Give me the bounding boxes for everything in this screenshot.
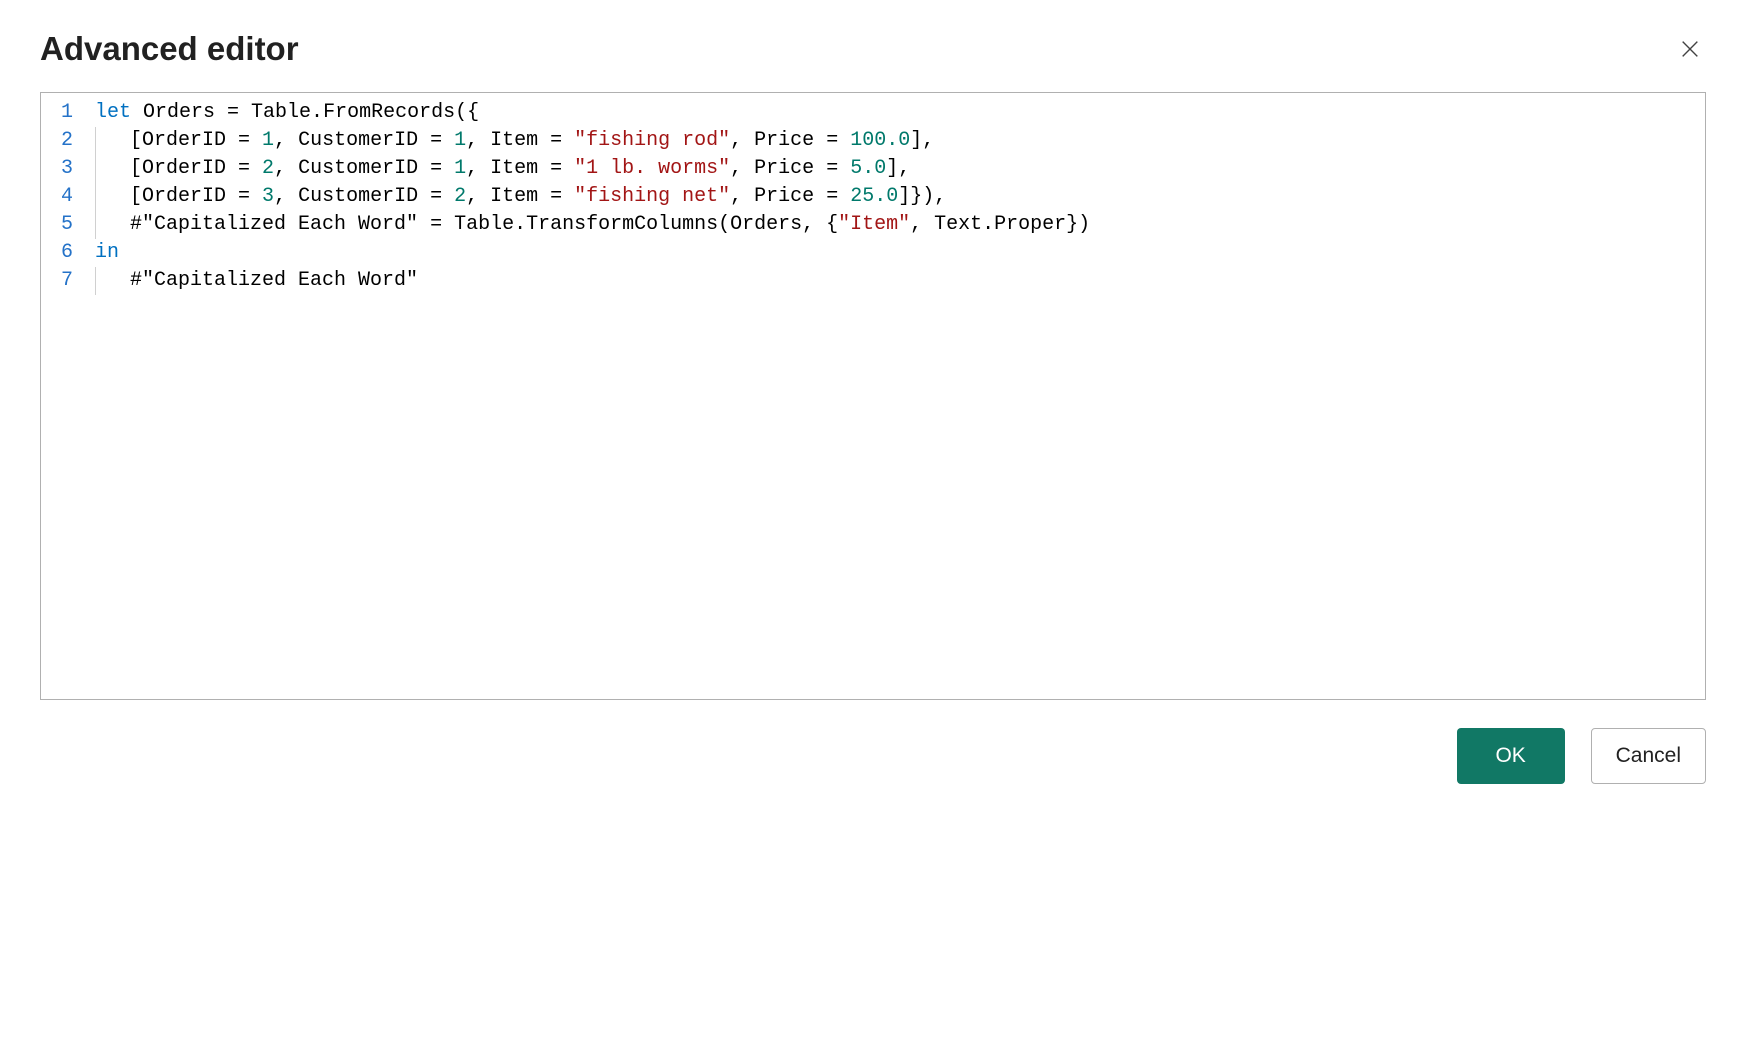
code-token: ], bbox=[886, 155, 910, 183]
close-button[interactable] bbox=[1674, 33, 1706, 65]
code-line[interactable]: in bbox=[95, 239, 1705, 267]
code-token: , Price = bbox=[730, 127, 850, 155]
code-token: ], bbox=[910, 127, 934, 155]
code-token: Orders = Table.FromRecords({ bbox=[131, 99, 479, 127]
code-token: [OrderID = bbox=[130, 155, 262, 183]
indent-guide bbox=[95, 211, 96, 239]
code-token: "1 lb. worms" bbox=[574, 155, 730, 183]
code-token: 100.0 bbox=[850, 127, 910, 155]
code-token: , Item = bbox=[466, 183, 574, 211]
line-number: 1 bbox=[61, 99, 73, 127]
code-editor[interactable]: 1234567 let Orders = Table.FromRecords({… bbox=[40, 92, 1706, 700]
ok-button[interactable]: OK bbox=[1457, 728, 1565, 784]
code-line[interactable]: let Orders = Table.FromRecords({ bbox=[95, 99, 1705, 127]
code-token: , Item = bbox=[466, 155, 574, 183]
code-line[interactable]: #"Capitalized Each Word" = Table.Transfo… bbox=[95, 211, 1705, 239]
code-token: 3 bbox=[262, 183, 274, 211]
line-number: 4 bbox=[61, 183, 73, 211]
code-line[interactable]: #"Capitalized Each Word" bbox=[95, 267, 1705, 295]
code-line[interactable]: [OrderID = 1, CustomerID = 1, Item = "fi… bbox=[95, 127, 1705, 155]
code-token: [OrderID = bbox=[130, 183, 262, 211]
code-token: , CustomerID = bbox=[274, 127, 454, 155]
dialog-title: Advanced editor bbox=[40, 30, 299, 68]
dialog-header: Advanced editor bbox=[40, 30, 1706, 68]
indent-guide bbox=[95, 183, 96, 211]
line-number: 5 bbox=[61, 211, 73, 239]
close-icon bbox=[1679, 38, 1701, 60]
code-token: 2 bbox=[454, 183, 466, 211]
code-area[interactable]: let Orders = Table.FromRecords({[OrderID… bbox=[83, 93, 1705, 699]
code-token: #"Capitalized Each Word" bbox=[130, 211, 418, 239]
code-token: 1 bbox=[454, 127, 466, 155]
code-token: , Price = bbox=[730, 155, 850, 183]
cancel-button[interactable]: Cancel bbox=[1591, 728, 1706, 784]
code-token: 25.0 bbox=[850, 183, 898, 211]
indent-guide bbox=[95, 267, 96, 295]
code-token: , Text.Proper}) bbox=[910, 211, 1090, 239]
line-number: 6 bbox=[61, 239, 73, 267]
code-token: "fishing net" bbox=[574, 183, 730, 211]
code-token: #"Capitalized Each Word" bbox=[130, 267, 418, 295]
code-token: [OrderID = bbox=[130, 127, 262, 155]
indent-guide bbox=[95, 155, 96, 183]
code-token: = Table.TransformColumns(Orders, { bbox=[418, 211, 838, 239]
code-token: 1 bbox=[454, 155, 466, 183]
code-token: "Item" bbox=[838, 211, 910, 239]
code-token: 2 bbox=[262, 155, 274, 183]
code-line[interactable]: [OrderID = 2, CustomerID = 1, Item = "1 … bbox=[95, 155, 1705, 183]
code-token: , Price = bbox=[730, 183, 850, 211]
line-number: 3 bbox=[61, 155, 73, 183]
code-token: , CustomerID = bbox=[274, 183, 454, 211]
code-token: ]}), bbox=[898, 183, 946, 211]
dialog-footer: OK Cancel bbox=[40, 728, 1706, 784]
line-number: 2 bbox=[61, 127, 73, 155]
code-token: "fishing rod" bbox=[574, 127, 730, 155]
code-token: 1 bbox=[262, 127, 274, 155]
code-token: , Item = bbox=[466, 127, 574, 155]
code-token: in bbox=[95, 239, 119, 267]
indent-guide bbox=[95, 127, 96, 155]
code-token: , CustomerID = bbox=[274, 155, 454, 183]
code-token: 5.0 bbox=[850, 155, 886, 183]
code-token: let bbox=[95, 99, 131, 127]
code-line[interactable]: [OrderID = 3, CustomerID = 2, Item = "fi… bbox=[95, 183, 1705, 211]
line-number: 7 bbox=[61, 267, 73, 295]
line-number-gutter: 1234567 bbox=[41, 93, 83, 699]
